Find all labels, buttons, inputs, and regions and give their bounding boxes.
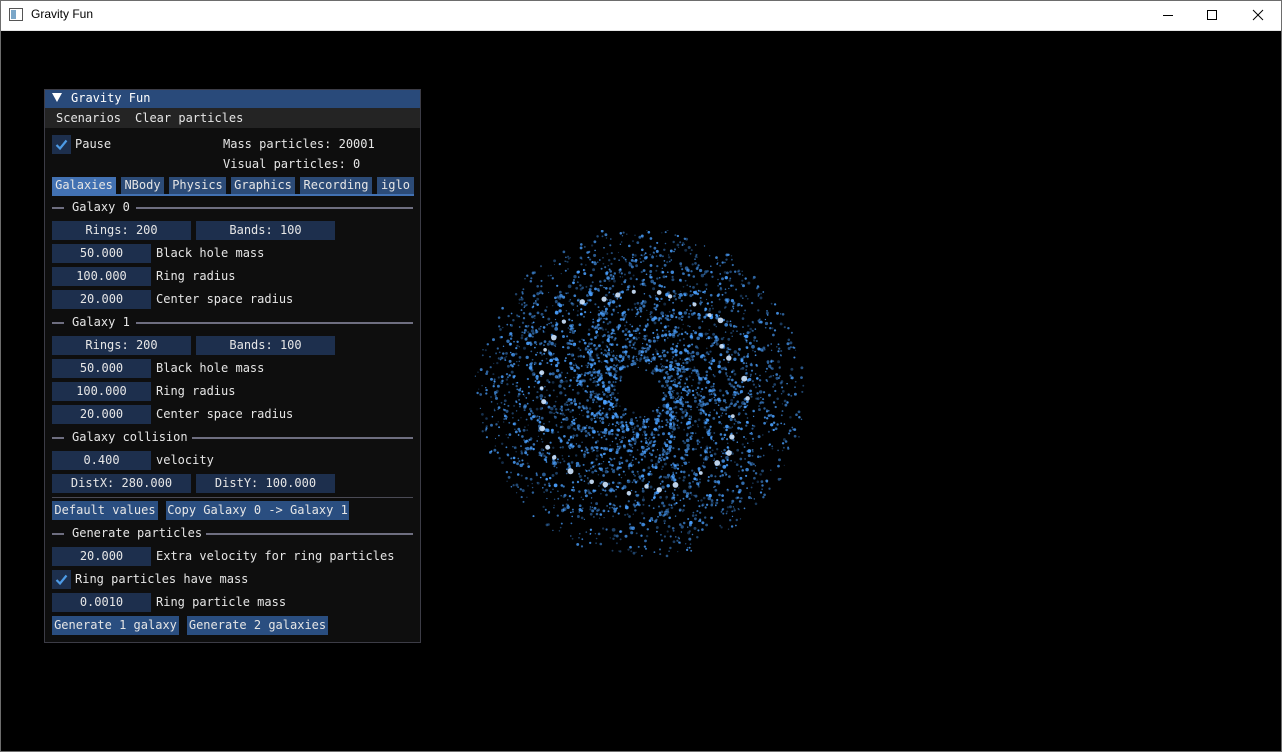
tab-recording[interactable]: Recording <box>300 177 372 194</box>
menu-scenarios[interactable]: Scenarios <box>56 111 121 125</box>
tab-graphics[interactable]: Graphics <box>231 177 295 194</box>
galaxy0-center-space-radius-input[interactable]: 20.000 <box>52 290 151 309</box>
separator-dash <box>52 207 64 209</box>
galaxy0-bands-slider[interactable]: Bands: 100 <box>196 221 335 240</box>
galaxy1-center-space-radius-input[interactable]: 20.000 <box>52 405 151 424</box>
tab-iglo[interactable]: iglo <box>377 177 414 194</box>
generate-header: Generate particles <box>72 526 203 540</box>
galaxy1-ring-radius-input[interactable]: 100.000 <box>52 382 151 401</box>
mass-particles-count: Mass particles: 20001 <box>223 137 375 151</box>
separator-line <box>136 322 413 324</box>
tab-physics[interactable]: Physics <box>169 177 226 194</box>
separator-line <box>206 533 413 535</box>
galaxy0-ring-radius-label: Ring radius <box>156 269 236 283</box>
galaxy0-black-hole-mass-input[interactable]: 50.000 <box>52 244 151 263</box>
maximize-icon <box>1207 10 1217 20</box>
ring-particle-mass-input[interactable]: 0.0010 <box>52 593 151 612</box>
galaxy1-black-hole-mass-input[interactable]: 50.000 <box>52 359 151 378</box>
collision-velocity-input[interactable]: 0.400 <box>52 451 151 470</box>
close-button[interactable] <box>1235 0 1281 30</box>
galaxy0-ring-radius-input[interactable]: 100.000 <box>52 267 151 286</box>
tab-nbody[interactable]: NBody <box>121 177 164 194</box>
galaxy0-center-space-radius-label: Center space radius <box>156 292 294 306</box>
generate-two-galaxies-button[interactable]: Generate 2 galaxies <box>187 616 328 635</box>
collision-disty-slider[interactable]: DistY: 100.000 <box>196 474 335 493</box>
visual-particles-count: Visual particles: 0 <box>223 157 361 171</box>
panel-title: Gravity Fun <box>71 91 151 105</box>
galaxy-particles <box>474 230 805 558</box>
minimize-icon <box>1163 15 1173 16</box>
galaxy1-black-hole-mass-label: Black hole mass <box>156 361 265 375</box>
default-values-button[interactable]: Default values <box>52 501 158 520</box>
tab-galaxies[interactable]: Galaxies <box>52 177 116 194</box>
collision-velocity-label: velocity <box>156 453 214 467</box>
menu-clear-particles[interactable]: Clear particles <box>135 111 243 125</box>
minimize-button[interactable] <box>1145 0 1191 30</box>
gravity-fun-panel: Gravity Fun Scenarios Clear particles Pa… <box>44 89 421 643</box>
panel-titlebar[interactable]: Gravity Fun <box>45 90 420 108</box>
galaxy1-header: Galaxy 1 <box>72 315 130 329</box>
separator-line <box>52 497 413 498</box>
app-icon <box>9 8 23 21</box>
extra-velocity-input[interactable]: 20.000 <box>52 547 151 566</box>
collision-header: Galaxy collision <box>72 430 188 444</box>
tab-underline <box>52 194 414 196</box>
galaxy1-center-space-radius-label: Center space radius <box>156 407 294 421</box>
collision-distx-slider[interactable]: DistX: 280.000 <box>52 474 191 493</box>
maximize-button[interactable] <box>1189 0 1235 30</box>
window-title: Gravity Fun <box>31 7 94 21</box>
generate-one-galaxy-button[interactable]: Generate 1 galaxy <box>52 616 179 635</box>
separator-line <box>136 207 413 209</box>
ring-particle-mass-label: Ring particle mass <box>156 595 287 609</box>
copy-galaxy-button[interactable]: Copy Galaxy 0 -> Galaxy 1 <box>166 501 349 520</box>
separator-dash <box>52 533 64 535</box>
pause-label: Pause <box>75 137 112 151</box>
galaxy1-bands-slider[interactable]: Bands: 100 <box>196 336 335 355</box>
galaxy1-ring-radius-label: Ring radius <box>156 384 236 398</box>
separator-line <box>192 437 413 439</box>
extra-velocity-label: Extra velocity for ring particles <box>156 549 395 563</box>
galaxy1-rings-slider[interactable]: Rings: 200 <box>52 336 191 355</box>
menu-bar: Scenarios Clear particles <box>45 108 420 128</box>
ring-particles-mass-label: Ring particles have mass <box>75 572 249 586</box>
galaxy0-header: Galaxy 0 <box>72 200 130 214</box>
checkmark-icon <box>55 574 68 586</box>
pause-checkbox[interactable] <box>52 135 71 154</box>
close-icon <box>1252 9 1264 21</box>
galaxy0-rings-slider[interactable]: Rings: 200 <box>52 221 191 240</box>
separator-dash <box>52 437 64 439</box>
collapse-arrow-icon[interactable] <box>52 93 62 102</box>
galaxy0-black-hole-mass-label: Black hole mass <box>156 246 265 260</box>
checkmark-icon <box>55 139 68 151</box>
separator-dash <box>52 322 64 324</box>
ring-particles-mass-checkbox[interactable] <box>52 570 71 589</box>
window-titlebar: Gravity Fun <box>0 0 1282 31</box>
